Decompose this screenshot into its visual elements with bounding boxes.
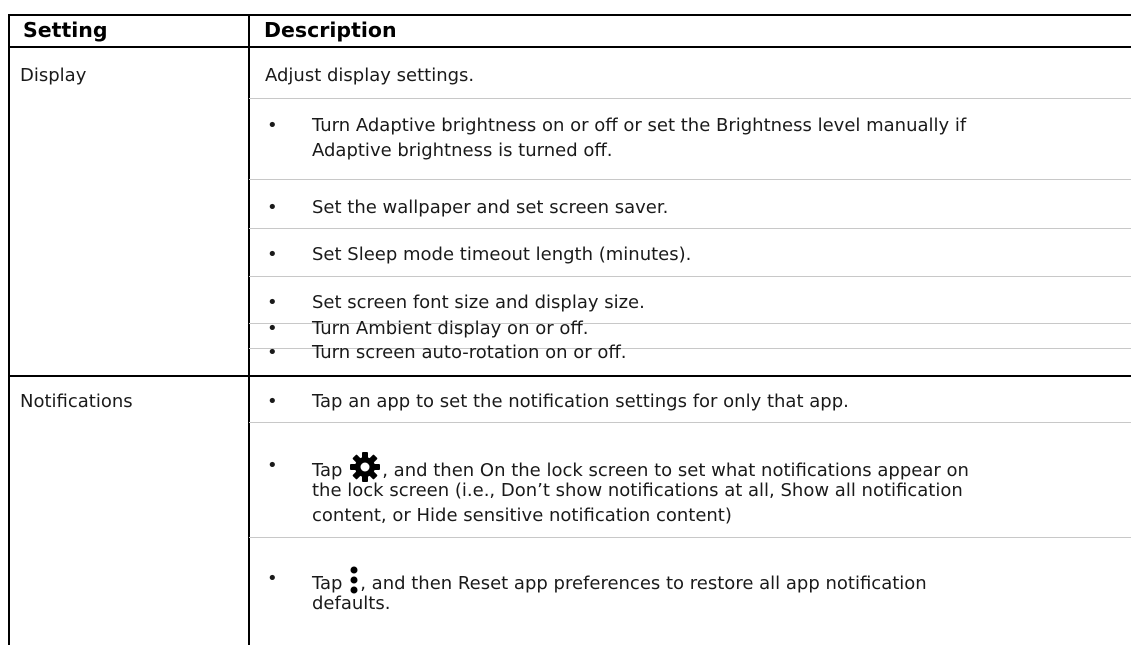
- row-divider: [249, 276, 1131, 277]
- display-bullet-6: Turn screen auto-rotation on or off.: [312, 342, 627, 363]
- notifications-bullet-2-line-3: content, or Hide sensitive notification …: [312, 505, 732, 526]
- row-divider: [249, 179, 1131, 180]
- table-column-divider: [248, 14, 250, 645]
- bullet-icon: •: [267, 318, 278, 339]
- header-setting: Setting: [23, 18, 108, 42]
- row-divider: [249, 228, 1131, 229]
- bullet-icon: •: [267, 115, 278, 136]
- display-bullet-1-line-2: Adaptive brightness is turned off.: [312, 140, 613, 161]
- row-divider: [249, 98, 1131, 99]
- row-setting-notifications: Notifications: [20, 391, 133, 412]
- display-bullet-2: Set the wallpaper and set screen saver.: [312, 197, 669, 218]
- row-setting-display: Display: [20, 65, 87, 86]
- notifications-bullet-1: Tap an app to set the notification setti…: [312, 391, 849, 412]
- settings-table: Setting Description Display Adjust displ…: [0, 0, 1131, 645]
- display-row-bottom-border: [8, 375, 1131, 377]
- bullet-icon: •: [267, 244, 278, 265]
- bullet-icon: •: [267, 391, 278, 412]
- bullet-icon: •: [267, 568, 278, 589]
- notifications-bullet-3-line-1: Tap , and then Reset app preferences to …: [312, 565, 927, 603]
- header-bottom-border: [8, 46, 1131, 48]
- display-bullet-5: Turn Ambient display on or off.: [312, 318, 589, 339]
- display-bullet-4: Set screen font size and display size.: [312, 292, 645, 313]
- bullet-icon: •: [267, 292, 278, 313]
- table-top-border: [8, 14, 1131, 16]
- bullet-icon: •: [267, 455, 278, 476]
- bullet-icon: •: [267, 342, 278, 363]
- notifications-bullet-3-line-2: defaults.: [312, 593, 391, 614]
- header-description: Description: [264, 18, 397, 42]
- notifications-bullet-3-text: , and then Reset app preferences to rest…: [360, 573, 927, 594]
- row-divider: [249, 537, 1131, 538]
- display-bullet-3: Set Sleep mode timeout length (minutes).: [312, 244, 692, 265]
- display-bullet-1-line-1: Turn Adaptive brightness on or off or se…: [312, 115, 967, 136]
- table-border-left: [8, 14, 10, 645]
- notifications-bullet-2-line-2: the lock screen (i.e., Don’t show notifi…: [312, 480, 963, 501]
- row-divider: [249, 422, 1131, 423]
- display-intro: Adjust display settings.: [265, 65, 475, 86]
- bullet-icon: •: [267, 197, 278, 218]
